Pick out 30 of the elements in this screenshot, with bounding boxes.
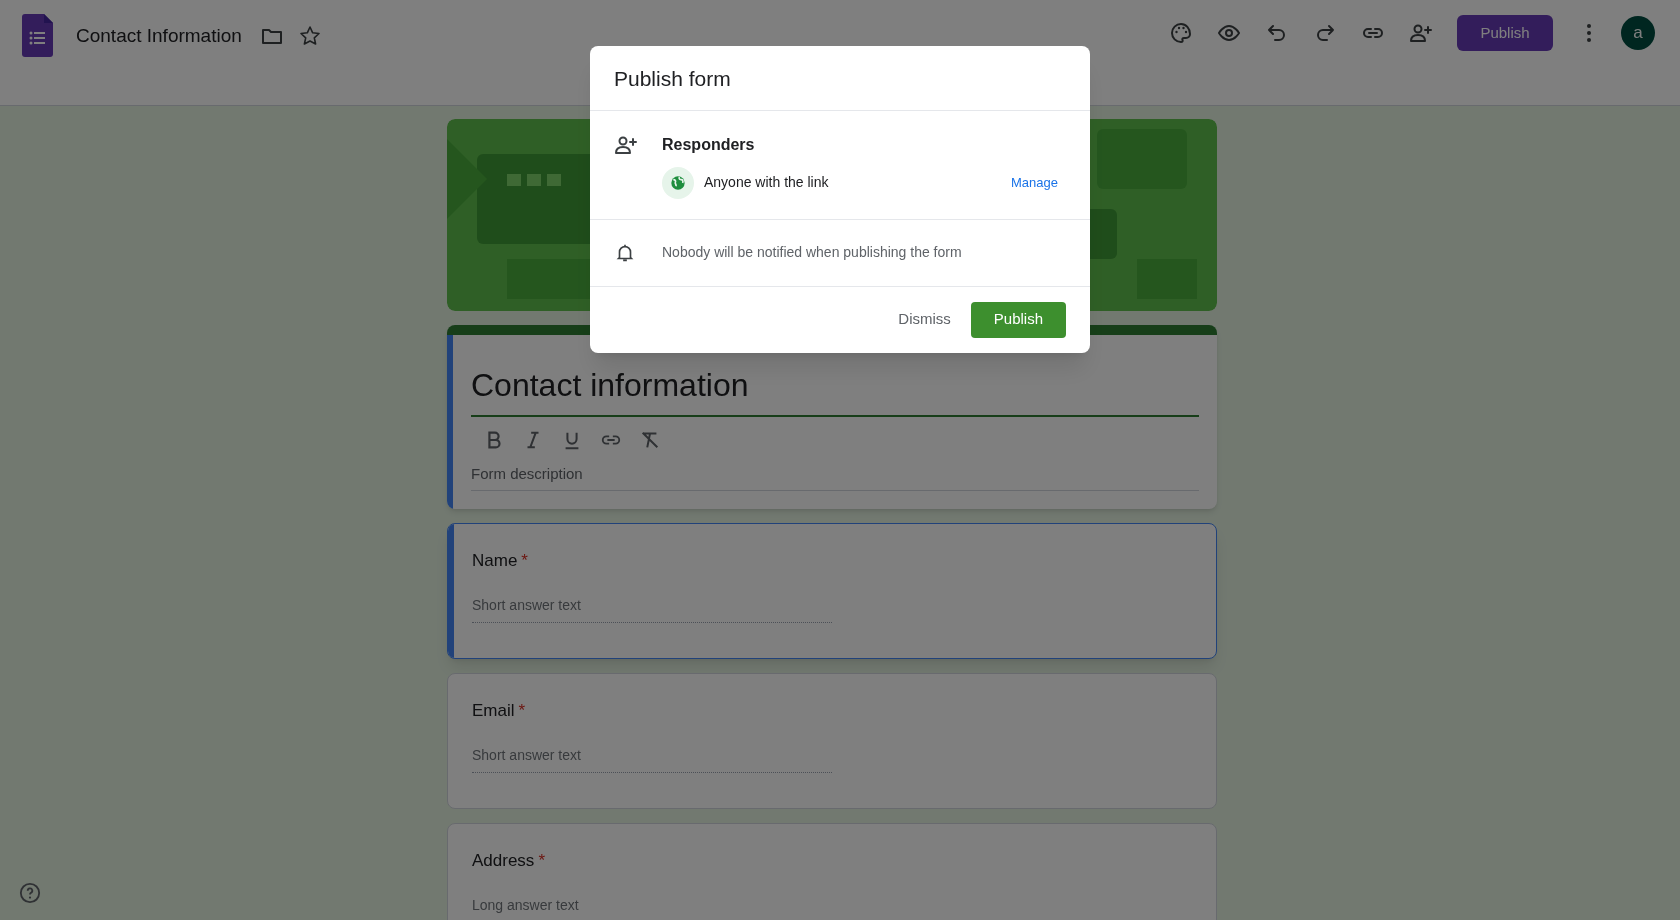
palette-icon[interactable] xyxy=(1169,21,1193,45)
document-title[interactable]: Contact Information xyxy=(76,22,242,51)
manage-link[interactable]: Manage xyxy=(1011,172,1058,193)
publish-button[interactable]: Publish xyxy=(1457,15,1553,51)
question-label: Email xyxy=(472,699,515,722)
dialog-title: Publish form xyxy=(590,46,1090,111)
form-description-field[interactable]: Form description xyxy=(471,463,1199,491)
account-avatar[interactable]: a xyxy=(1621,16,1655,50)
question-label: Address xyxy=(472,849,535,872)
publish-confirm-button[interactable]: Publish xyxy=(970,301,1066,338)
required-asterisk: * xyxy=(538,849,545,872)
question-card[interactable]: Email * Short answer text xyxy=(447,672,1217,809)
question-label: Name xyxy=(472,549,518,572)
answer-placeholder: Short answer text xyxy=(472,745,832,773)
globe-icon xyxy=(662,166,694,199)
question-card[interactable]: Name * Short answer text xyxy=(447,522,1217,659)
access-level-text: Anyone with the link xyxy=(704,173,829,192)
clear-formatting-icon[interactable] xyxy=(639,429,661,451)
notification-text: Nobody will be notified when publishing the form xyxy=(662,243,962,262)
responders-heading: Responders xyxy=(662,134,756,155)
required-asterisk: * xyxy=(521,549,528,572)
dismiss-button[interactable]: Dismiss xyxy=(890,301,959,338)
answer-placeholder: Short answer text xyxy=(472,595,832,623)
required-asterisk: * xyxy=(518,699,526,722)
form-title-field[interactable]: Contact information xyxy=(471,361,1199,417)
question-card[interactable]: Address * Long answer text xyxy=(447,822,1217,920)
form-document-icon[interactable] xyxy=(22,14,53,57)
help-icon[interactable] xyxy=(19,882,41,904)
answer-placeholder: Long answer text xyxy=(472,895,1086,920)
star-icon[interactable] xyxy=(297,24,322,48)
